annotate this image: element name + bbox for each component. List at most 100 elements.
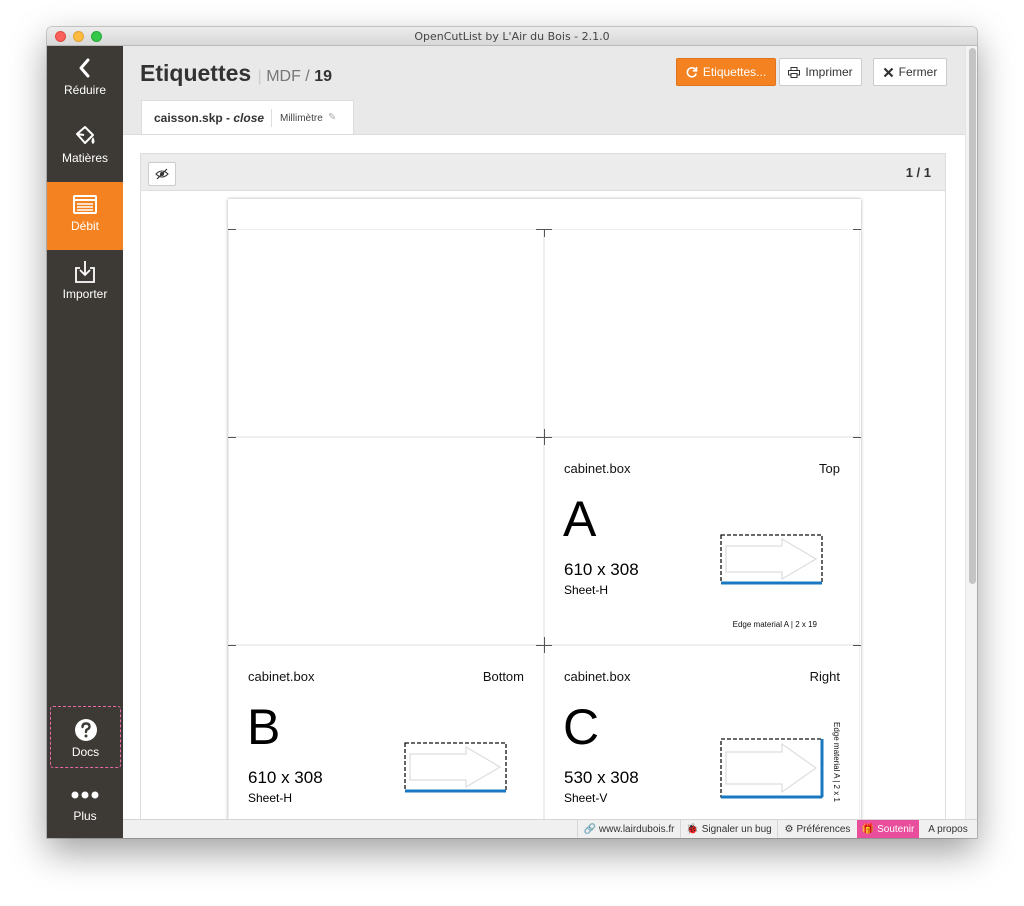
preferences-link[interactable]: ⚙ Préférences [777, 820, 857, 838]
window-title: OpenCutList by L'Air du Bois - 2.1.0 [414, 30, 610, 43]
label-dimensions: 530 x 308 [564, 768, 639, 787]
label-face: Top [819, 461, 840, 476]
scroll-thumb[interactable] [969, 48, 976, 584]
label-sheet: Sheet-H [248, 791, 293, 805]
sidebar-item-label: Docs [71, 745, 100, 759]
support-button[interactable]: 🎁 Soutenir [857, 820, 919, 838]
label-entity: cabinet.box [564, 669, 631, 684]
sidebar-item-label: Réduire [63, 83, 107, 97]
title-bar: OpenCutList by L'Air du Bois - 2.1.0 [47, 27, 977, 46]
label-sheet: Sheet-V [564, 791, 608, 805]
file-tab[interactable]: caisson.skp - close Millimètre ✎ [141, 100, 354, 134]
label-face: Bottom [482, 669, 524, 684]
about-link[interactable]: A propos [919, 820, 977, 838]
refresh-labels-button[interactable]: Etiquettes... [676, 58, 776, 86]
label-edge-info: Edge material A | 2 x 19 [732, 620, 817, 629]
print-button[interactable]: Imprimer [779, 58, 862, 86]
label-part-c: cabinet.box Right C 530 x 308 Sheet-V Ed… [544, 645, 860, 820]
support-label: Soutenir [877, 824, 915, 835]
website-link[interactable]: 🔗 www.lairdubois.fr [577, 820, 680, 838]
gift-icon: 🎁 [861, 824, 875, 835]
link-icon: 🔗 [583, 824, 596, 835]
sidebar-item-label: Matières [61, 151, 108, 165]
main-scrollbar[interactable] [965, 46, 977, 819]
ellipsis-icon [71, 791, 99, 799]
sidebar: Réduire Matières Débit Importer Docs Plu… [47, 46, 123, 838]
close-label: Fermer [898, 65, 938, 79]
crop-mark [544, 229, 545, 237]
label-empty [228, 229, 544, 437]
list-icon [73, 195, 97, 214]
label-entity: cabinet.box [564, 461, 631, 476]
preview-toolbar: 1 / 1 [140, 153, 946, 191]
material-name: MDF [266, 68, 301, 85]
print-label: Imprimer [805, 65, 853, 79]
crop-mark [228, 437, 236, 438]
eye-slash-icon [155, 168, 169, 180]
crop-mark [853, 229, 861, 230]
chevron-left-icon [79, 58, 90, 78]
label-face: Right [809, 669, 840, 684]
close-button[interactable]: Fermer [873, 58, 947, 86]
refresh-icon [686, 66, 698, 78]
grain-arrow-diagram [404, 742, 507, 793]
sidebar-item-plus[interactable]: Plus [47, 784, 123, 834]
material-thickness: 19 [314, 68, 332, 85]
label-empty [544, 229, 860, 437]
sidebar-item-debit[interactable]: Débit [47, 182, 123, 250]
content-area: 1 / 1 cabinet.box Top A 610 x 308 Sheet-… [123, 134, 965, 820]
label-entity: cabinet.box [248, 669, 315, 684]
sidebar-item-label: Débit [70, 219, 99, 233]
crop-mark [228, 229, 236, 230]
sidebar-item-reduire[interactable]: Réduire [47, 46, 123, 114]
about-label: A propos [928, 824, 968, 835]
labels-preview[interactable]: cabinet.box Top A 610 x 308 Sheet-H Edge… [140, 191, 946, 820]
label-dimensions: 610 x 308 [248, 768, 323, 787]
prefs-label: Préférences [796, 824, 851, 835]
label-letter: B [247, 699, 281, 755]
file-close-link[interactable]: close [233, 111, 264, 125]
page-title: Etiquettes | MDF / 19 [140, 60, 332, 87]
label-empty [228, 437, 544, 645]
label-letter: C [563, 699, 600, 755]
crop-mark [853, 437, 861, 438]
filename-dash: - [222, 111, 234, 125]
report-bug-link[interactable]: 🐞 Signaler un bug [680, 820, 777, 838]
sidebar-item-label: Plus [73, 809, 97, 823]
close-icon [883, 67, 893, 77]
crop-mark [544, 637, 545, 653]
page-subtitle: | MDF / 19 [257, 68, 332, 85]
main-panel: Etiquettes | MDF / 19 Etiquettes... Impr… [123, 46, 965, 820]
label-part-a: cabinet.box Top A 610 x 308 Sheet-H Edge… [544, 437, 860, 645]
pencil-icon[interactable]: ✎ [328, 112, 336, 123]
crop-mark [544, 429, 545, 445]
label-edge-info-vertical: Edge material A | 2 x 1 [832, 722, 841, 802]
app-window: OpenCutList by L'Air du Bois - 2.1.0 Réd… [47, 27, 977, 838]
website-label: www.lairdubois.fr [598, 824, 675, 835]
status-bar: 🔗 www.lairdubois.fr 🐞 Signaler un bug ⚙ … [123, 819, 977, 838]
sidebar-item-importer[interactable]: Importer [47, 250, 123, 318]
refresh-labels-label: Etiquettes... [702, 65, 767, 79]
page-counter: 1 / 1 [905, 165, 931, 180]
gear-icon: ⚙ [784, 824, 794, 835]
grain-arrow-diagram [720, 534, 823, 585]
unit-label[interactable]: Millimètre [280, 113, 323, 124]
label-part-b: cabinet.box Bottom B 610 x 308 Sheet-H [228, 645, 544, 820]
file-tab-name: caisson.skp - close [154, 111, 264, 125]
sidebar-item-docs[interactable]: Docs [50, 706, 121, 768]
sidebar-item-matieres[interactable]: Matières [47, 114, 123, 182]
label-sheet: Sheet-H [564, 583, 609, 597]
tab-divider [271, 109, 272, 127]
bug-label: Signaler un bug [701, 824, 772, 835]
label-letter: A [563, 491, 597, 547]
print-page: cabinet.box Top A 610 x 308 Sheet-H Edge… [228, 199, 861, 820]
slash-separator: / [305, 68, 310, 85]
grain-arrow-diagram [720, 738, 824, 799]
question-circle-icon [74, 719, 97, 741]
toggle-visibility-button[interactable] [148, 162, 176, 186]
filename: caisson.skp [154, 111, 223, 125]
printer-icon [788, 66, 801, 78]
page-title-text: Etiquettes [140, 60, 252, 86]
crop-mark [228, 645, 236, 646]
paint-bucket-icon [76, 126, 95, 144]
